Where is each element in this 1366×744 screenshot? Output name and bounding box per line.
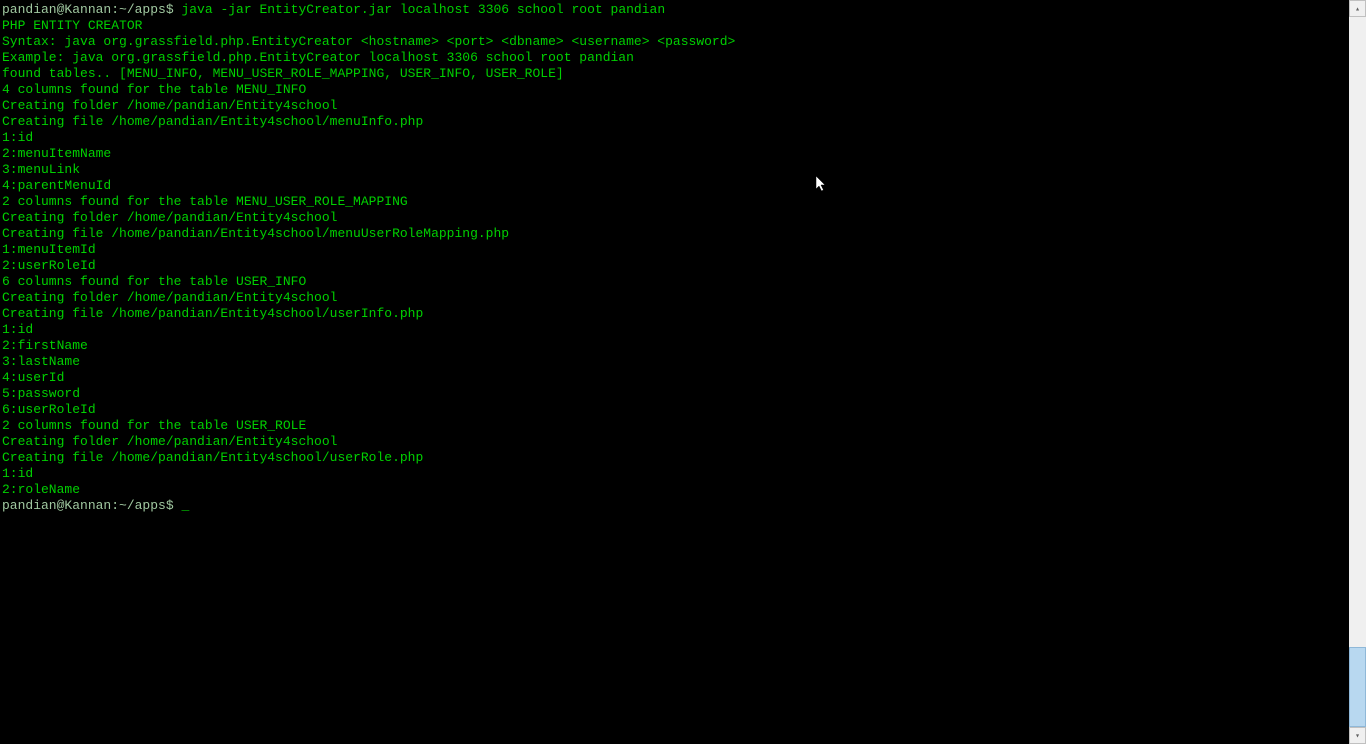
terminal-line: 3:menuLink bbox=[2, 162, 1349, 178]
terminal-line: pandian@Kannan:~/apps$ java -jar EntityC… bbox=[2, 2, 1349, 18]
terminal-line: Creating folder /home/pandian/Entity4sch… bbox=[2, 98, 1349, 114]
terminal-line: Creating folder /home/pandian/Entity4sch… bbox=[2, 290, 1349, 306]
terminal-line: Creating file /home/pandian/Entity4schoo… bbox=[2, 450, 1349, 466]
terminal-line: 4 columns found for the table MENU_INFO bbox=[2, 82, 1349, 98]
terminal-line: 2:userRoleId bbox=[2, 258, 1349, 274]
cursor: _ bbox=[181, 498, 189, 513]
terminal-line: 2:firstName bbox=[2, 338, 1349, 354]
terminal-line: 4:userId bbox=[2, 370, 1349, 386]
vertical-scrollbar[interactable]: ▴ ▾ bbox=[1349, 0, 1366, 744]
terminal-line: 5:password bbox=[2, 386, 1349, 402]
shell-prompt: pandian@Kannan:~/apps$ bbox=[2, 498, 174, 513]
terminal-line: Syntax: java org.grassfield.php.EntityCr… bbox=[2, 34, 1349, 50]
terminal-line: 2:roleName bbox=[2, 482, 1349, 498]
terminal-line: 2 columns found for the table MENU_USER_… bbox=[2, 194, 1349, 210]
shell-prompt: pandian@Kannan:~/apps$ bbox=[2, 2, 174, 17]
terminal-line: 6:userRoleId bbox=[2, 402, 1349, 418]
terminal-line: 2 columns found for the table USER_ROLE bbox=[2, 418, 1349, 434]
terminal-line: 4:parentMenuId bbox=[2, 178, 1349, 194]
scroll-down-button[interactable]: ▾ bbox=[1349, 727, 1366, 744]
terminal-line: Creating file /home/pandian/Entity4schoo… bbox=[2, 114, 1349, 130]
terminal-line: 1:menuItemId bbox=[2, 242, 1349, 258]
terminal-line: Creating file /home/pandian/Entity4schoo… bbox=[2, 226, 1349, 242]
terminal-line: found tables.. [MENU_INFO, MENU_USER_ROL… bbox=[2, 66, 1349, 82]
scroll-thumb[interactable] bbox=[1349, 647, 1366, 727]
terminal-line: 1:id bbox=[2, 322, 1349, 338]
terminal-line: Creating file /home/pandian/Entity4schoo… bbox=[2, 306, 1349, 322]
terminal-line: pandian@Kannan:~/apps$ _ bbox=[2, 498, 1349, 514]
shell-command: java -jar EntityCreator.jar localhost 33… bbox=[174, 2, 665, 17]
terminal-output[interactable]: pandian@Kannan:~/apps$ java -jar EntityC… bbox=[0, 0, 1349, 744]
terminal-line: 3:lastName bbox=[2, 354, 1349, 370]
terminal-line: Creating folder /home/pandian/Entity4sch… bbox=[2, 210, 1349, 226]
terminal-line: PHP ENTITY CREATOR bbox=[2, 18, 1349, 34]
terminal-line: 1:id bbox=[2, 130, 1349, 146]
terminal-line: 1:id bbox=[2, 466, 1349, 482]
terminal-line: Creating folder /home/pandian/Entity4sch… bbox=[2, 434, 1349, 450]
terminal-line: 6 columns found for the table USER_INFO bbox=[2, 274, 1349, 290]
terminal-line: 2:menuItemName bbox=[2, 146, 1349, 162]
scroll-up-button[interactable]: ▴ bbox=[1349, 0, 1366, 17]
terminal-line: Example: java org.grassfield.php.EntityC… bbox=[2, 50, 1349, 66]
